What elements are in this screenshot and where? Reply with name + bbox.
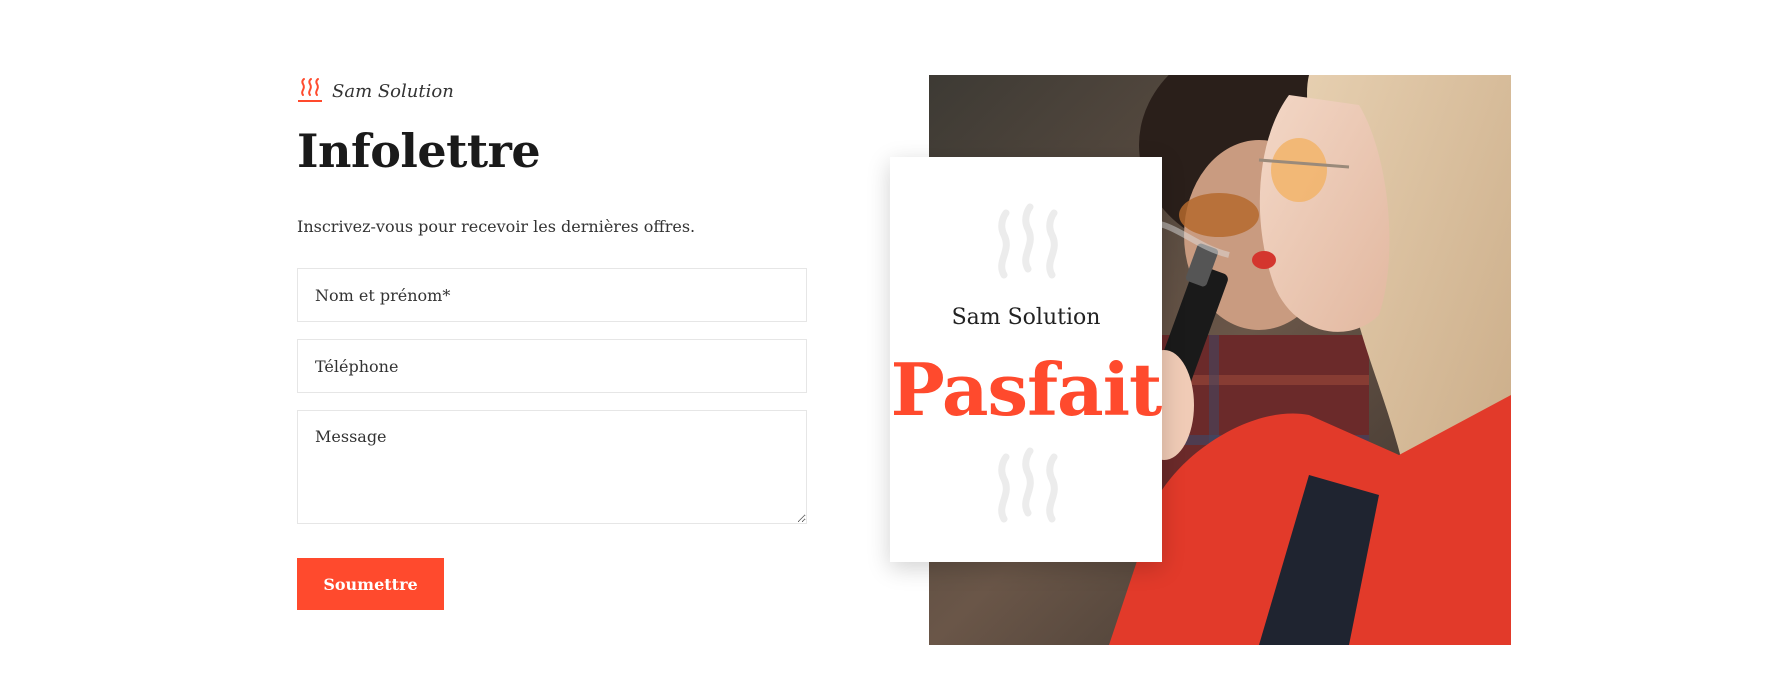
phone-field[interactable]: [297, 339, 807, 393]
card-headline: Pasfait: [890, 347, 1163, 432]
message-field[interactable]: [297, 410, 807, 524]
brand-card: Sam Solution Pasfait: [890, 157, 1162, 562]
newsletter-section: Sam Solution Infolettre Inscrivez-vous p…: [0, 0, 1791, 699]
steam-icon: [297, 77, 323, 105]
name-field[interactable]: [297, 268, 807, 322]
steam-icon: [990, 447, 1066, 523]
card-brand-name: Sam Solution: [951, 305, 1101, 330]
brand-row: Sam Solution: [297, 76, 807, 106]
page-title: Infolettre: [297, 124, 541, 178]
steam-icon: [990, 203, 1066, 279]
newsletter-form: Soumettre: [297, 268, 807, 610]
submit-button[interactable]: Soumettre: [297, 558, 444, 610]
brand-name: Sam Solution: [332, 80, 454, 102]
newsletter-form-column: Sam Solution Infolettre Inscrivez-vous p…: [297, 76, 807, 610]
newsletter-subtitle: Inscrivez-vous pour recevoir les dernièr…: [297, 217, 696, 236]
